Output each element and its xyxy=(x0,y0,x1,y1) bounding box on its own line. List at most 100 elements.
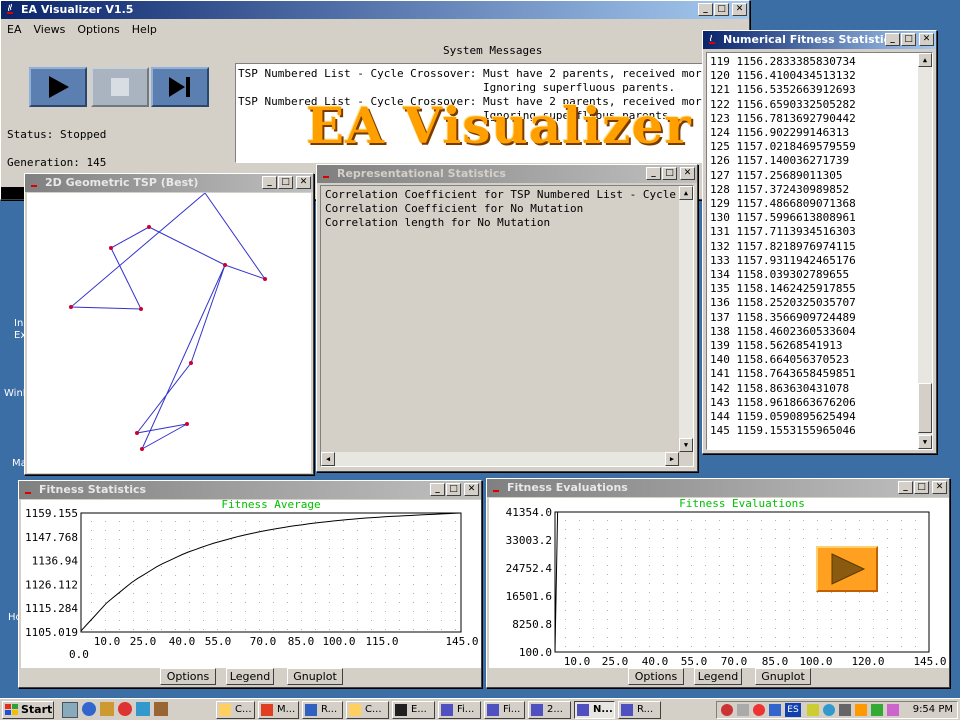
slide-play-button[interactable] xyxy=(816,546,878,592)
taskbar-item[interactable]: Fi... xyxy=(438,701,481,719)
start-button[interactable]: Start xyxy=(2,701,54,719)
tsp-titlebar[interactable]: 2D Geometric TSP (Best) _ □ ✕ xyxy=(25,174,313,192)
close-button[interactable]: ✕ xyxy=(732,3,747,16)
maximize-button[interactable]: □ xyxy=(714,3,729,16)
language-indicator[interactable]: ES xyxy=(785,703,801,717)
horizontal-scrollbar[interactable]: ◀ ▶ xyxy=(321,452,679,466)
maximize-button[interactable]: □ xyxy=(901,33,916,46)
menu-options[interactable]: Options xyxy=(77,19,119,41)
close-button[interactable]: ✕ xyxy=(680,167,695,180)
scroll-down-icon[interactable]: ▼ xyxy=(918,435,932,449)
grid-dot xyxy=(663,619,664,620)
taskbar-item[interactable]: C... xyxy=(216,701,255,719)
grid-dot xyxy=(747,547,748,548)
taskbar-item[interactable]: E... xyxy=(392,701,435,719)
taskbar-item[interactable]: R... xyxy=(302,701,343,719)
scroll-down-icon[interactable]: ▼ xyxy=(679,438,693,452)
grid-dot xyxy=(427,620,428,621)
legend-button[interactable]: Legend xyxy=(226,668,274,685)
tray-icon[interactable] xyxy=(823,704,835,716)
representational-stats-window: Representational Statistics _ □ ✕ Correlat… xyxy=(316,164,698,472)
minimize-button[interactable]: _ xyxy=(646,167,661,180)
desktop-icon-internet[interactable]: In xyxy=(14,318,23,329)
close-button[interactable]: ✕ xyxy=(932,481,947,494)
quick-launch-icon[interactable] xyxy=(100,702,114,716)
tray-icon[interactable] xyxy=(807,704,819,716)
menu-views[interactable]: Views xyxy=(33,19,65,41)
scrollbar[interactable]: ▲ ▼ xyxy=(918,53,932,449)
tray-icon[interactable] xyxy=(855,704,867,716)
scroll-up-icon[interactable]: ▲ xyxy=(918,53,932,67)
grid-dot xyxy=(635,556,636,557)
taskbar-item[interactable]: Fi... xyxy=(484,701,525,719)
legend-button[interactable]: Legend xyxy=(694,668,742,685)
menu-help[interactable]: Help xyxy=(132,19,157,41)
scroll-thumb[interactable] xyxy=(918,383,932,433)
quick-launch-icon[interactable] xyxy=(136,702,150,716)
grid-dot xyxy=(385,575,386,576)
maximize-button[interactable]: □ xyxy=(446,483,461,496)
clock[interactable]: 9:54 PM xyxy=(913,702,953,718)
minimize-button[interactable]: _ xyxy=(698,3,713,16)
close-button[interactable]: ✕ xyxy=(464,483,479,496)
quick-launch-icon[interactable] xyxy=(154,702,168,716)
taskbar-item[interactable]: 2... xyxy=(528,701,571,719)
grid-dot xyxy=(147,602,148,603)
grid-dot xyxy=(441,566,442,567)
maximize-button[interactable]: □ xyxy=(278,176,293,189)
scroll-up-icon[interactable]: ▲ xyxy=(679,186,693,200)
options-button[interactable]: Options xyxy=(160,668,216,685)
representational-stats-titlebar[interactable]: Representational Statistics _ □ ✕ xyxy=(317,165,697,183)
gnuplot-button[interactable]: Gnuplot xyxy=(755,668,811,685)
stop-button[interactable] xyxy=(91,67,149,107)
quick-launch-icon[interactable] xyxy=(118,702,132,716)
tray-icon[interactable] xyxy=(769,704,781,716)
main-window-titlebar[interactable]: EA Visualizer V1.5 _ □ ✕ xyxy=(1,1,749,19)
grid-dot xyxy=(565,619,566,620)
quick-launch-icon[interactable] xyxy=(82,702,96,716)
taskbar-item[interactable]: N... xyxy=(574,701,615,719)
tray-icon[interactable] xyxy=(737,704,749,716)
tray-icon[interactable] xyxy=(887,704,899,716)
grid-dot xyxy=(677,529,678,530)
grid-dot xyxy=(761,565,762,566)
menu-ea[interactable]: EA xyxy=(7,19,21,41)
taskbar-item[interactable]: M... xyxy=(258,701,299,719)
maximize-button[interactable]: □ xyxy=(914,481,929,494)
scroll-right-icon[interactable]: ▶ xyxy=(665,452,679,466)
quick-launch-icon[interactable] xyxy=(62,702,78,718)
options-button[interactable]: Options xyxy=(628,668,684,685)
minimize-button[interactable]: _ xyxy=(898,481,913,494)
taskbar-item[interactable]: R... xyxy=(618,701,661,719)
fitness-stats-titlebar[interactable]: Fitness Statistics _ □ ✕ xyxy=(19,481,481,499)
close-button[interactable]: ✕ xyxy=(296,176,311,189)
plot-frame xyxy=(80,512,462,633)
grid-dot xyxy=(301,611,302,612)
minimize-button[interactable]: _ xyxy=(430,483,445,496)
maximize-button[interactable]: □ xyxy=(662,167,677,180)
play-button[interactable] xyxy=(29,67,87,107)
numerical-row: 131 1157.7113934516303 xyxy=(710,225,856,239)
tray-icon[interactable] xyxy=(753,704,765,716)
grid-dot xyxy=(455,584,456,585)
grid-dot xyxy=(607,592,608,593)
grid-dot xyxy=(427,548,428,549)
grid-dot xyxy=(371,620,372,621)
tray-icon[interactable] xyxy=(839,704,851,716)
step-button[interactable] xyxy=(151,67,209,107)
fitness-evaluations-titlebar[interactable]: Fitness Evaluations _ □ ✕ xyxy=(487,479,949,497)
grid-dot xyxy=(887,592,888,593)
scroll-left-icon[interactable]: ◀ xyxy=(321,452,335,466)
tray-icon[interactable] xyxy=(721,704,733,716)
grid-dot xyxy=(427,530,428,531)
tray-icon[interactable] xyxy=(871,704,883,716)
numerical-stats-titlebar[interactable]: Numerical Fitness Statistics _ □ ✕ xyxy=(703,31,936,49)
minimize-button[interactable]: _ xyxy=(885,33,900,46)
taskbar-item[interactable]: C... xyxy=(346,701,389,719)
minimize-button[interactable]: _ xyxy=(262,176,277,189)
gnuplot-button[interactable]: Gnuplot xyxy=(287,668,343,685)
grid-dot xyxy=(357,521,358,522)
close-button[interactable]: ✕ xyxy=(919,33,934,46)
grid-dot xyxy=(677,547,678,548)
scrollbar[interactable]: ▲ ▼ xyxy=(679,186,693,452)
